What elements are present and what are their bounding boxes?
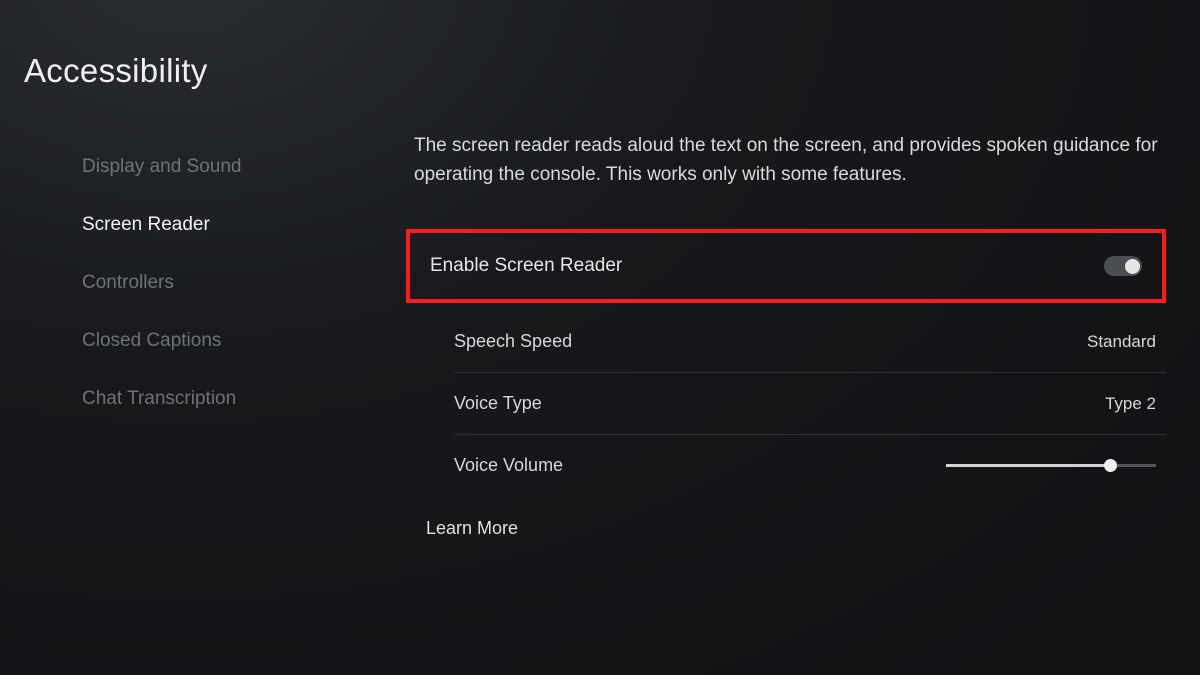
- speech-speed-row[interactable]: Speech Speed Standard: [454, 311, 1166, 373]
- learn-more-label: Learn More: [406, 518, 518, 538]
- slider-fill: [946, 464, 1110, 467]
- speech-speed-value: Standard: [1087, 332, 1156, 352]
- voice-volume-label: Voice Volume: [454, 455, 563, 476]
- slider-knob-icon: [1104, 459, 1117, 472]
- sidebar-item-controllers[interactable]: Controllers: [82, 254, 342, 312]
- voice-type-value: Type 2: [1105, 394, 1156, 414]
- sidebar-item-closed-captions[interactable]: Closed Captions: [82, 312, 342, 370]
- sidebar-item-display-and-sound[interactable]: Display and Sound: [82, 138, 342, 196]
- enable-screen-reader-row[interactable]: Enable Screen Reader: [410, 233, 1162, 299]
- page-title: Accessibility: [24, 52, 208, 90]
- screen-reader-sub-settings: Speech Speed Standard Voice Type Type 2 …: [406, 311, 1166, 496]
- speech-speed-label: Speech Speed: [454, 331, 572, 352]
- sidebar-item-screen-reader[interactable]: Screen Reader: [82, 196, 342, 254]
- voice-volume-slider[interactable]: [946, 464, 1156, 467]
- voice-type-row[interactable]: Voice Type Type 2: [454, 373, 1166, 435]
- sidebar: Display and Sound Screen Reader Controll…: [82, 138, 342, 428]
- voice-type-label: Voice Type: [454, 393, 542, 414]
- learn-more-row[interactable]: Learn More: [406, 496, 1166, 561]
- voice-volume-row[interactable]: Voice Volume: [454, 435, 1166, 496]
- enable-screen-reader-label: Enable Screen Reader: [430, 255, 622, 277]
- content-panel: The screen reader reads aloud the text o…: [406, 132, 1166, 561]
- highlight-annotation: Enable Screen Reader: [406, 229, 1166, 303]
- screen-reader-description: The screen reader reads aloud the text o…: [406, 132, 1166, 189]
- toggle-knob-icon: [1125, 259, 1140, 274]
- enable-screen-reader-toggle[interactable]: [1104, 256, 1142, 276]
- sidebar-item-chat-transcription[interactable]: Chat Transcription: [82, 370, 342, 428]
